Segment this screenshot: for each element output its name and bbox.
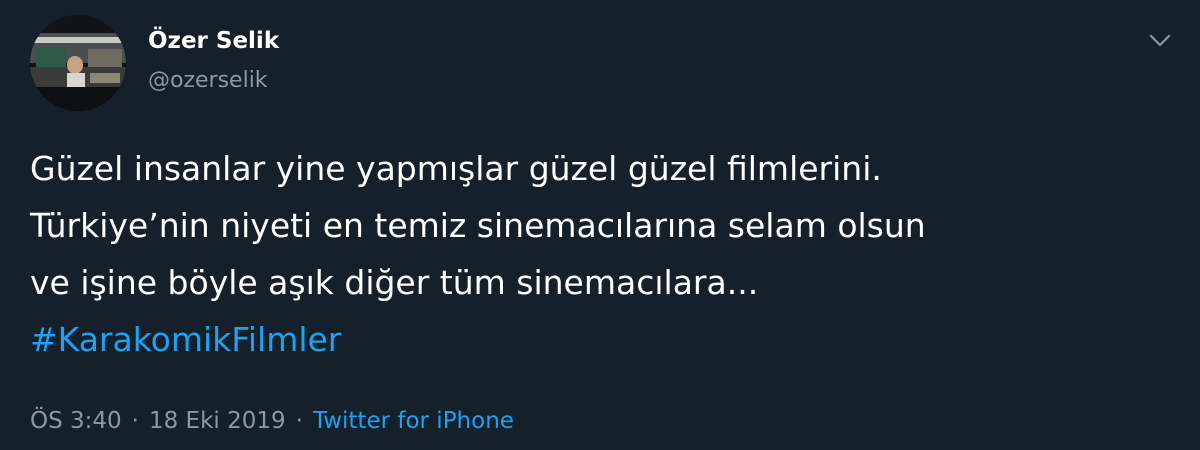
- author-handle[interactable]: @ozerselik: [148, 68, 268, 93]
- avatar[interactable]: [30, 15, 126, 111]
- hashtag-link[interactable]: #KarakomikFilmler: [30, 311, 1170, 368]
- tweet-body: Güzel insanlar yine yapmışlar güzel güze…: [30, 140, 1170, 368]
- tweet-menu-button[interactable]: [1146, 28, 1174, 52]
- tweet-text-line: Türkiye’nin niyeti en temiz sinemacıları…: [30, 206, 926, 245]
- tweet-text-line: ve işine böyle aşık diğer tüm sinemacıla…: [30, 263, 759, 302]
- tweet-source-link[interactable]: Twitter for iPhone: [313, 408, 514, 434]
- meta-separator: ·: [295, 408, 303, 434]
- tweet-date[interactable]: 18 Eki 2019: [149, 408, 286, 434]
- chevron-down-icon: [1149, 34, 1171, 47]
- tweet-text-line: Güzel insanlar yine yapmışlar güzel güze…: [30, 149, 882, 188]
- author-name[interactable]: Özer Selik: [148, 28, 279, 54]
- tweet-time[interactable]: ÖS 3:40: [30, 408, 122, 434]
- meta-separator: ·: [131, 408, 139, 434]
- tweet-card: Özer Selik @ozerselik Güzel insanlar yin…: [0, 0, 1200, 450]
- tweet-metadata: ÖS 3:40 · 18 Eki 2019 · Twitter for iPhone: [30, 408, 514, 434]
- avatar-photo: [30, 15, 126, 111]
